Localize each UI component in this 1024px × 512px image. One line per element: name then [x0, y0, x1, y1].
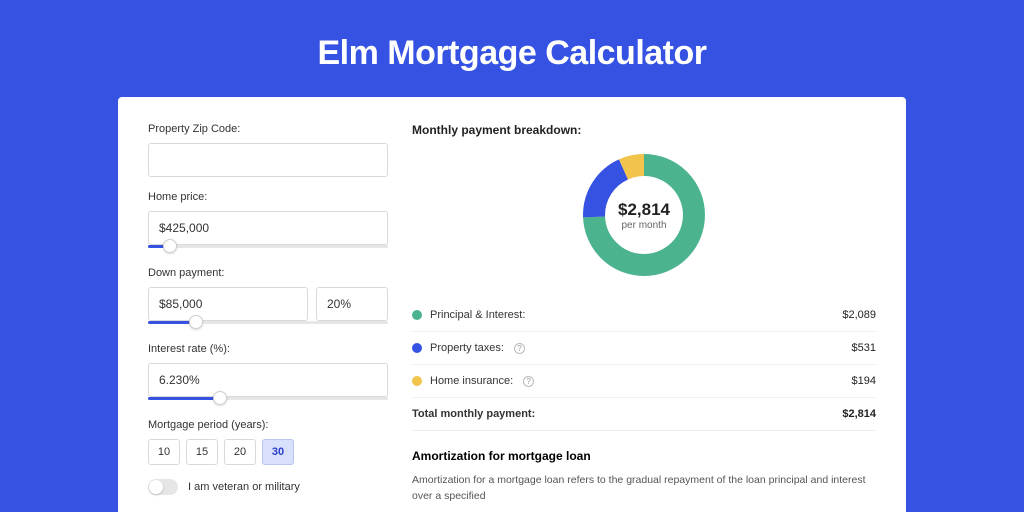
interest-field: Interest rate (%): [148, 343, 388, 405]
calculator-card: Property Zip Code: Home price: Down paym… [118, 97, 906, 512]
period-option-15[interactable]: 15 [186, 439, 218, 465]
legend-dot [412, 376, 422, 386]
interest-slider[interactable] [148, 395, 388, 405]
donut-center: $2,814 per month [578, 149, 710, 281]
legend-total-value: $2,814 [842, 408, 876, 420]
period-label: Mortgage period (years): [148, 419, 388, 431]
toggle-knob [149, 480, 163, 494]
legend-left: Home insurance:? [412, 375, 534, 387]
slider-track [148, 245, 388, 248]
legend-value: $194 [852, 375, 876, 387]
down-payment-slider[interactable] [148, 319, 388, 329]
page-title: Elm Mortgage Calculator [317, 34, 706, 73]
veteran-row: I am veteran or military [148, 479, 388, 495]
results-panel: Monthly payment breakdown: $2,814 per mo… [412, 123, 876, 512]
legend-row: Home insurance:? $194 [412, 364, 876, 397]
down-payment-label: Down payment: [148, 267, 388, 279]
legend-label: Principal & Interest: [430, 309, 525, 321]
donut-sub: per month [621, 220, 666, 231]
donut-chart: $2,814 per month [578, 149, 710, 281]
legend-row: Principal & Interest: $2,089 [412, 299, 876, 331]
period-option-20[interactable]: 20 [224, 439, 256, 465]
period-option-10[interactable]: 10 [148, 439, 180, 465]
legend-total-label: Total monthly payment: [412, 408, 535, 420]
legend-label: Property taxes: [430, 342, 504, 354]
amortization-section: Amortization for mortgage loan Amortizat… [412, 449, 876, 505]
legend-value: $531 [852, 342, 876, 354]
slider-fill [148, 397, 220, 400]
period-option-30[interactable]: 30 [262, 439, 294, 465]
donut-amount: $2,814 [618, 200, 670, 220]
zip-label: Property Zip Code: [148, 123, 388, 135]
legend-row: Property taxes:? $531 [412, 331, 876, 364]
veteran-label: I am veteran or military [188, 481, 300, 493]
amortization-title: Amortization for mortgage loan [412, 449, 876, 463]
home-price-slider[interactable] [148, 243, 388, 253]
period-options: 10152030 [148, 439, 388, 465]
amortization-text: Amortization for a mortgage loan refers … [412, 473, 876, 505]
home-price-input[interactable] [148, 211, 388, 245]
legend-left: Principal & Interest: [412, 309, 525, 321]
interest-input[interactable] [148, 363, 388, 397]
home-price-field: Home price: [148, 191, 388, 253]
slider-thumb[interactable] [163, 239, 177, 253]
down-payment-row [148, 287, 388, 321]
legend-left: Property taxes:? [412, 342, 525, 354]
legend-dot [412, 343, 422, 353]
home-price-label: Home price: [148, 191, 388, 203]
slider-thumb[interactable] [213, 391, 227, 405]
period-field: Mortgage period (years): 10152030 [148, 419, 388, 465]
legend-value: $2,089 [842, 309, 876, 321]
info-icon[interactable]: ? [523, 376, 534, 387]
info-icon[interactable]: ? [514, 343, 525, 354]
legend-total-row: Total monthly payment: $2,814 [412, 397, 876, 430]
down-payment-field: Down payment: [148, 267, 388, 329]
donut-wrap: $2,814 per month [412, 149, 876, 281]
legend: Principal & Interest: $2,089 Property taxe… [412, 299, 876, 431]
page: Elm Mortgage Calculator Property Zip Cod… [0, 0, 1024, 512]
legend-label: Home insurance: [430, 375, 513, 387]
legend-dot [412, 310, 422, 320]
legend-left: Total monthly payment: [412, 408, 535, 420]
breakdown-title: Monthly payment breakdown: [412, 123, 876, 137]
interest-label: Interest rate (%): [148, 343, 388, 355]
zip-field: Property Zip Code: [148, 123, 388, 177]
veteran-toggle[interactable] [148, 479, 178, 495]
slider-thumb[interactable] [189, 315, 203, 329]
zip-input[interactable] [148, 143, 388, 177]
down-payment-input[interactable] [148, 287, 308, 321]
form-panel: Property Zip Code: Home price: Down paym… [148, 123, 388, 512]
down-payment-pct-input[interactable] [316, 287, 388, 321]
